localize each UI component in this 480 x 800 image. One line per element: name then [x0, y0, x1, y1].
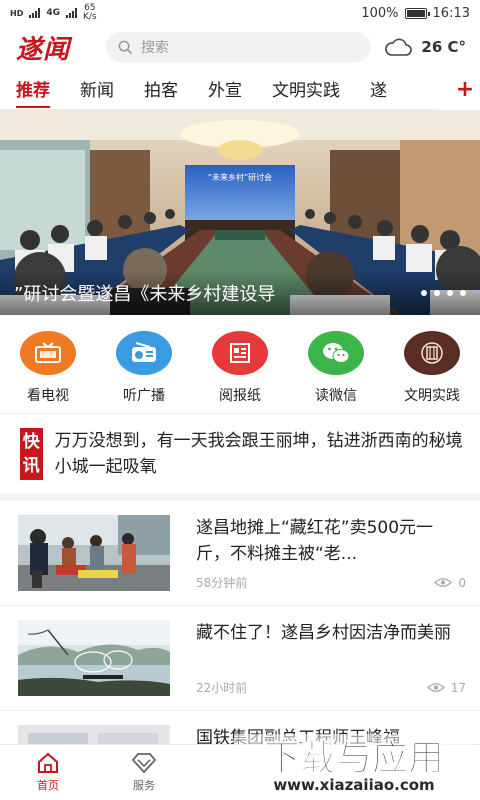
banner-carousel[interactable]: “未来乡村”研讨会 ”研讨会暨遂昌《未来乡村建设导 [0, 110, 480, 315]
news-views: 17 [426, 679, 466, 696]
cloud-icon [385, 38, 413, 56]
search-icon [118, 40, 133, 54]
network-type: 4G [46, 8, 60, 18]
news-title: 藏不住了！遂昌乡村因洁净而美丽 [196, 623, 451, 643]
watermark: 下载与应用 www.xiazaiiao.com [234, 734, 474, 796]
flash-badge-top: 快 [22, 431, 40, 452]
eye-icon [434, 578, 453, 587]
speed-unit: K/s [83, 12, 97, 22]
weather-widget[interactable]: 26 C° [383, 37, 466, 57]
clock: 16:13 [432, 5, 470, 21]
banner-caption: ”研讨会暨遂昌《未来乡村建设导 [14, 284, 276, 305]
view-count: 0 [458, 575, 466, 590]
app-root: HD 4G 65 K/s 100% 16:13 遂闻 搜索 26 C° 推荐 新… [0, 0, 480, 800]
news-info: 藏不住了！遂昌乡村因洁净而美丽 22小时前 17 [170, 620, 466, 710]
battery-icon [404, 7, 430, 19]
flash-news[interactable]: 快 讯 万万没想到，有一天我会跟王丽坤，钻进浙西南的秘境小城一起吸氧 [0, 413, 480, 493]
flash-badge: 快 讯 [20, 427, 43, 480]
tab-civilization[interactable]: 文明实践 [272, 68, 340, 110]
status-right: 100% 16:13 [361, 6, 470, 21]
screen-title: “未来乡村”研讨会 [208, 172, 272, 182]
news-meta: 22小时前 17 [196, 679, 466, 696]
quick-link-radio[interactable]: 听广播 [99, 331, 189, 405]
quick-links: 看电视 听广播 阅报纸 读微信 文明实践 [0, 315, 480, 413]
news-item[interactable]: 藏不住了！遂昌乡村因洁净而美丽 22小时前 17 [0, 606, 480, 711]
temperature: 26 C° [421, 38, 466, 56]
news-thumbnail [18, 515, 170, 591]
quick-link-label: 看电视 [27, 388, 69, 404]
civilization-icon [404, 331, 460, 375]
status-left: HD 4G 65 K/s [10, 4, 97, 22]
search-input[interactable]: 搜索 [106, 32, 372, 62]
news-thumbnail [18, 620, 170, 696]
tab-news[interactable]: 新闻 [80, 68, 114, 110]
news-info: 遂昌地摊上“藏红花”卖500元一斤，不料摊主被“老... 58分钟前 0 [170, 515, 466, 605]
news-time: 58分钟前 [196, 576, 248, 590]
search-placeholder: 搜索 [141, 40, 169, 56]
tab-fade [428, 68, 450, 110]
news-time: 22小时前 [196, 681, 248, 695]
tab-paike[interactable]: 拍客 [144, 68, 178, 110]
app-logo: 遂闻 [16, 34, 71, 65]
nav-service[interactable]: 服务 [96, 745, 192, 800]
news-views: 0 [434, 574, 466, 591]
eye-icon [426, 683, 445, 692]
section-divider [0, 493, 480, 501]
network-speed: 65 K/s [83, 4, 97, 22]
quick-link-civilization[interactable]: 文明实践 [387, 331, 477, 405]
flash-text: 万万没想到，有一天我会跟王丽坤，钻进浙西南的秘境小城一起吸氧 [54, 430, 463, 477]
quick-link-label: 读微信 [315, 388, 357, 404]
network-label: HD [10, 8, 24, 18]
tab-waixuan[interactable]: 外宣 [208, 68, 242, 110]
add-channel-button[interactable]: + [450, 68, 480, 110]
tab-recommend[interactable]: 推荐 [16, 68, 50, 110]
nav-service-label: 服务 [133, 779, 155, 792]
nav-home[interactable]: 首页 [0, 745, 96, 800]
quick-link-newspaper[interactable]: 阅报纸 [195, 331, 285, 405]
status-bar: HD 4G 65 K/s 100% 16:13 [0, 0, 480, 26]
tab-suichang[interactable]: 遂 [370, 68, 387, 110]
signal-icon [29, 8, 41, 18]
watermark-url: www.xiazaiiao.com [273, 776, 434, 794]
radio-icon [116, 331, 172, 375]
flash-badge-bottom: 讯 [22, 455, 40, 476]
quick-link-label: 阅报纸 [219, 388, 261, 404]
quick-link-tv[interactable]: 看电视 [3, 331, 93, 405]
news-meta: 58分钟前 0 [196, 574, 466, 591]
diamond-icon [131, 753, 157, 774]
carousel-dots[interactable] [421, 290, 466, 296]
quick-link-wechat[interactable]: 读微信 [291, 331, 381, 405]
quick-link-label: 文明实践 [404, 388, 460, 404]
banner-caption-bar: ”研讨会暨遂昌《未来乡村建设导 [0, 271, 480, 315]
channel-tabs: 推荐 新闻 拍客 外宣 文明实践 遂 + [0, 68, 480, 110]
nav-home-label: 首页 [37, 779, 59, 792]
tv-icon [20, 331, 76, 375]
home-icon [38, 752, 58, 773]
app-header: 遂闻 搜索 26 C° [0, 26, 480, 68]
news-item[interactable]: 遂昌地摊上“藏红花”卖500元一斤，不料摊主被“老... 58分钟前 0 [0, 501, 480, 606]
view-count: 17 [450, 680, 466, 695]
quick-link-label: 听广播 [123, 388, 165, 404]
battery-percent: 100% [361, 5, 399, 21]
newspaper-icon [212, 331, 268, 375]
signal-icon-2 [66, 8, 77, 18]
watermark-brand: 下载与应用 [264, 738, 444, 779]
news-title: 遂昌地摊上“藏红花”卖500元一斤，不料摊主被“老... [196, 518, 434, 564]
wechat-icon [308, 331, 364, 375]
